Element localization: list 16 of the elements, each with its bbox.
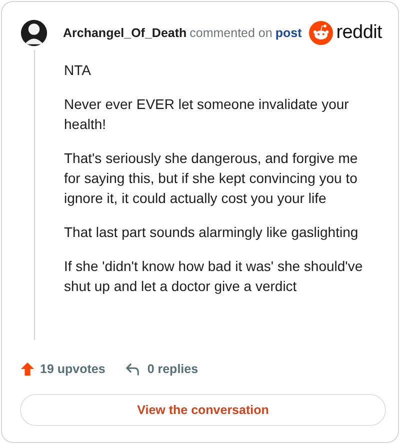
comment-paragraph: That's seriously she dangerous, and forgive me for saying this, but if she kept convincing you to ignore it, it could actually cost you your life <box>64 149 359 208</box>
view-conversation-button[interactable]: View the conversation <box>20 394 386 426</box>
brand-name: reddit <box>336 22 382 44</box>
upvote-count: 19 upvotes <box>40 362 106 376</box>
comment-paragraph: If she 'didn't know how bad it was' she should've shut up and let a doctor give a verdict <box>64 257 364 296</box>
comment-paragraph: NTA <box>64 61 92 80</box>
author-name[interactable]: Archangel_Of_Death <box>63 26 187 40</box>
comment-paragraph: That last part sounds alarmingly like gaslighting <box>64 223 360 242</box>
action-text: commented on <box>190 26 272 40</box>
post-link[interactable]: post <box>275 26 302 40</box>
avatar <box>20 17 48 49</box>
upvote-icon[interactable] <box>20 361 35 377</box>
snoo-icon <box>309 21 334 45</box>
comment-paragraph: Never ever EVER let someone invalidate your health! <box>64 95 350 134</box>
reply-icon[interactable] <box>125 361 140 377</box>
reply-count: 0 replies <box>147 362 198 376</box>
